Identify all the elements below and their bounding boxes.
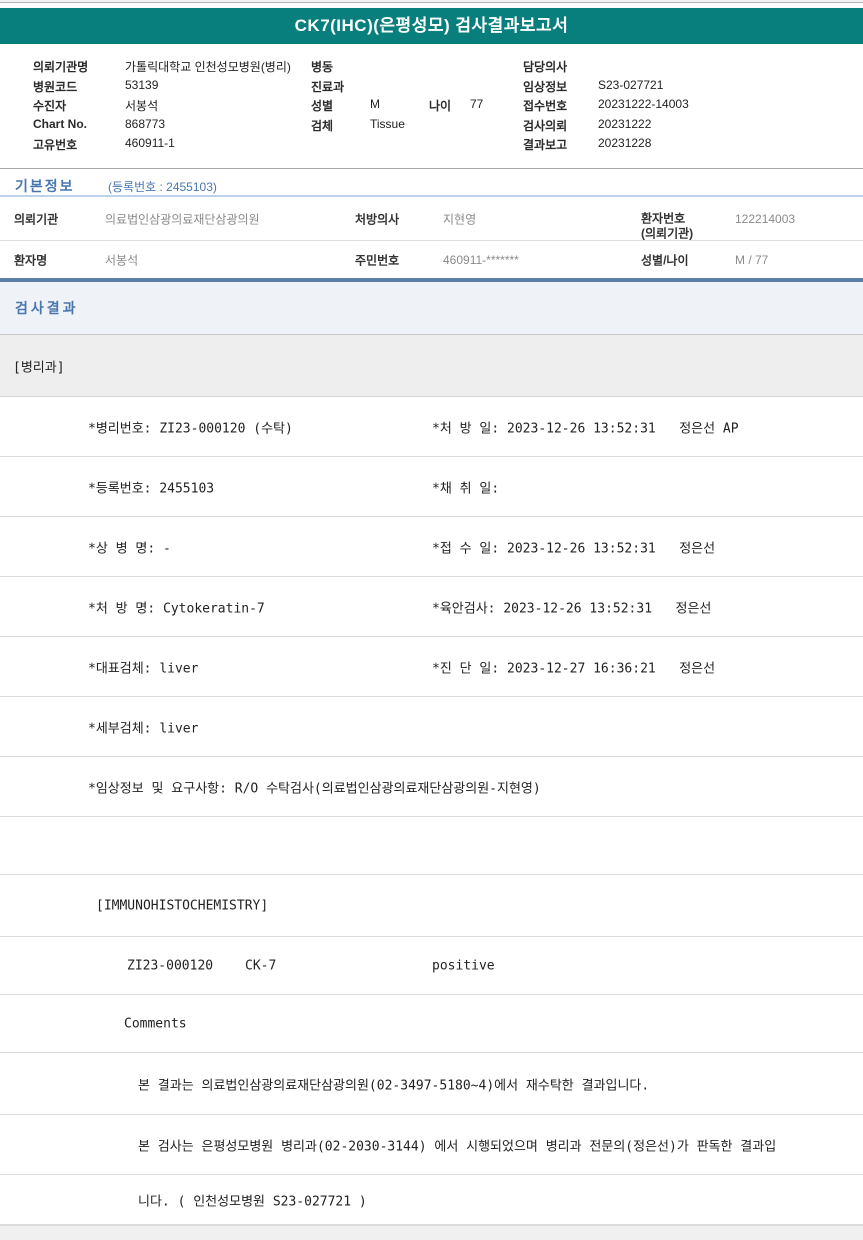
basic-info-title: 기본정보 xyxy=(15,176,75,196)
ihc-section-header: [IMMUNOHISTOCHEMISTRY] xyxy=(96,898,268,913)
field-registration-no: *등록번호: 2455103 xyxy=(88,477,214,496)
label-unique-no: 고유번호 xyxy=(33,136,77,153)
field-pathology-no: *병리번호: ZI23-000120 (수탁) xyxy=(88,417,293,436)
field-order-name: *처 방 명: Cytokeratin-7 xyxy=(88,597,265,616)
ihc-specimen-no: ZI23-000120 xyxy=(127,958,213,973)
header-row: 수진자 서봉석 성별 M 나이 77 접수번호 20231222-14003 xyxy=(0,95,863,115)
value-requesting-org: 가톨릭대학교 인천성모병원(병리) xyxy=(125,58,291,75)
value-chart-no: 868773 xyxy=(125,117,165,131)
value-patient: 서봉석 xyxy=(125,97,158,114)
basic-info-section-header: 기본정보 (등록번호 : 2455103) xyxy=(0,169,863,197)
comment-line-2: 본 검사는 은평성모병원 병리과(02-2030-3144) 에서 시행되었으며… xyxy=(138,1135,776,1154)
basic-info-table: 의뢰기관 의료법인삼광의료재단삼광의원 처방의사 지현영 환자번호(의뢰기관) … xyxy=(0,197,863,278)
ihc-test-result: positive xyxy=(432,958,495,973)
result-row: ZI23-000120 CK-7 positive xyxy=(0,937,863,995)
result-row: 본 결과는 의료법인삼광의료재단삼광의원(02-3497-5180~4)에서 재… xyxy=(0,1053,863,1115)
field-gross-exam: *육안검사: 2023-12-26 13:52:31 정은선 xyxy=(432,597,711,616)
label-age: 나이 xyxy=(429,97,451,114)
label-clinical-info: 임상정보 xyxy=(523,78,567,95)
result-row: *임상정보 및 요구사항: R/O 수탁검사(의료법인삼광의료재단삼광의원-지현… xyxy=(0,757,863,817)
label-ward: 병동 xyxy=(311,58,333,75)
value-age: 77 xyxy=(470,97,483,111)
value-unique-no: 460911-1 xyxy=(125,136,175,150)
field-sub-specimen: *세부검체: liver xyxy=(88,717,198,736)
value-sex: M xyxy=(370,97,380,111)
value-resident-id: 460911-******* xyxy=(443,253,519,267)
report-title-bar: CK7(IHC)(은평성모) 검사결과보고서 xyxy=(0,8,863,44)
label-patient-no-line1: 환자번호 xyxy=(641,211,685,226)
report-page: CK7(IHC)(은평성모) 검사결과보고서 의뢰기관명 가톨릭대학교 인천성모… xyxy=(0,0,863,1240)
result-row: Comments xyxy=(0,995,863,1053)
results-section-header: 검사결과 xyxy=(0,282,863,335)
result-row: *세부검체: liver xyxy=(0,697,863,757)
label-result-reported: 결과보고 xyxy=(523,136,567,153)
result-row: *병리번호: ZI23-000120 (수탁) *처 방 일: 2023-12-… xyxy=(0,397,863,457)
field-collection-date: *채 취 일: xyxy=(432,477,499,496)
label-prescribing-doctor: 처방의사 xyxy=(355,210,399,227)
label-requesting-org: 의뢰기관명 xyxy=(33,58,88,75)
label-patient-name: 환자명 xyxy=(14,251,47,268)
comment-line-3: 니다. ( 인천성모병원 S23-027721 ) xyxy=(138,1190,367,1209)
ihc-test-name: CK-7 xyxy=(245,958,276,973)
label-hospital-code: 병원코드 xyxy=(33,78,77,95)
label-patient-no-line2: (의뢰기관) xyxy=(641,226,693,241)
label-sex: 성별 xyxy=(311,97,333,114)
result-row-empty xyxy=(0,817,863,875)
label-attending-doctor: 담당의사 xyxy=(523,58,567,75)
value-accession-no: 20231222-14003 xyxy=(598,97,689,111)
footer-strip xyxy=(0,1225,863,1240)
report-title: CK7(IHC)(은평성모) 검사결과보고서 xyxy=(295,16,569,35)
value-clinical-info: S23-027721 xyxy=(598,78,663,92)
label-patient: 수진자 xyxy=(33,97,66,114)
table-row: 의뢰기관 의료법인삼광의료재단삼광의원 처방의사 지현영 환자번호(의뢰기관) … xyxy=(0,197,863,241)
result-row: *등록번호: 2455103 *채 취 일: xyxy=(0,457,863,517)
result-row: *대표검체: liver *진 단 일: 2023-12-27 16:36:21… xyxy=(0,637,863,697)
header-row: 병원코드 53139 진료과 임상정보 S23-027721 xyxy=(0,76,863,96)
result-row: 본 검사는 은평성모병원 병리과(02-2030-3144) 에서 시행되었으며… xyxy=(0,1115,863,1175)
department-band: [병리과] xyxy=(0,335,863,397)
value-patient-no: 122214003 xyxy=(735,212,795,226)
header-row: 고유번호 460911-1 결과보고 20231228 xyxy=(0,134,863,154)
department-label: [병리과] xyxy=(13,356,65,375)
value-sex-age: M / 77 xyxy=(735,253,768,267)
field-main-specimen: *대표검체: liver xyxy=(88,657,198,676)
field-order-date: *처 방 일: 2023-12-26 13:52:31 정은선 AP xyxy=(432,417,739,436)
header-row: Chart No. 868773 검체 Tissue 검사의뢰 20231222 xyxy=(0,115,863,135)
label-sex-age: 성별/나이 xyxy=(641,251,689,268)
label-specimen: 검체 xyxy=(311,117,333,134)
value-patient-name: 서봉석 xyxy=(105,251,138,268)
results-title: 검사결과 xyxy=(15,298,79,318)
result-row: *상 병 명: - *접 수 일: 2023-12-26 13:52:31 정은… xyxy=(0,517,863,577)
comment-line-1: 본 결과는 의료법인삼광의료재단삼광의원(02-3497-5180~4)에서 재… xyxy=(138,1074,649,1093)
label-chart-no: Chart No. xyxy=(33,117,87,131)
header-row: 의뢰기관명 가톨릭대학교 인천성모병원(병리) 병동 담당의사 xyxy=(0,56,863,76)
comments-label: Comments xyxy=(124,1016,187,1031)
label-test-requested: 검사의뢰 xyxy=(523,117,567,134)
value-result-reported: 20231228 xyxy=(598,136,651,150)
value-test-requested: 20231222 xyxy=(598,117,651,131)
label-department: 진료과 xyxy=(311,78,344,95)
value-prescribing-doctor: 지현영 xyxy=(443,210,476,227)
field-receipt-date: *접 수 일: 2023-12-26 13:52:31 정은선 xyxy=(432,537,715,556)
basic-info-registration-no: (등록번호 : 2455103) xyxy=(108,178,217,195)
value-hospital-code: 53139 xyxy=(125,78,158,92)
header-info-block: 의뢰기관명 가톨릭대학교 인천성모병원(병리) 병동 담당의사 병원코드 531… xyxy=(0,44,863,169)
label-resident-id: 주민번호 xyxy=(355,251,399,268)
label-referring-org: 의뢰기관 xyxy=(14,210,58,227)
result-row: *처 방 명: Cytokeratin-7 *육안검사: 2023-12-26 … xyxy=(0,577,863,637)
table-row: 환자명 서봉석 주민번호 460911-******* 성별/나이 M / 77 xyxy=(0,241,863,278)
field-diagnosis-name: *상 병 명: - xyxy=(88,537,171,556)
value-specimen: Tissue xyxy=(370,117,405,131)
label-accession-no: 접수번호 xyxy=(523,97,567,114)
field-clinical-request: *임상정보 및 요구사항: R/O 수탁검사(의료법인삼광의료재단삼광의원-지현… xyxy=(88,777,541,796)
result-row: [IMMUNOHISTOCHEMISTRY] xyxy=(0,875,863,937)
result-row: 니다. ( 인천성모병원 S23-027721 ) xyxy=(0,1175,863,1225)
field-diagnosis-date: *진 단 일: 2023-12-27 16:36:21 정은선 xyxy=(432,657,715,676)
value-referring-org: 의료법인삼광의료재단삼광의원 xyxy=(105,210,260,227)
